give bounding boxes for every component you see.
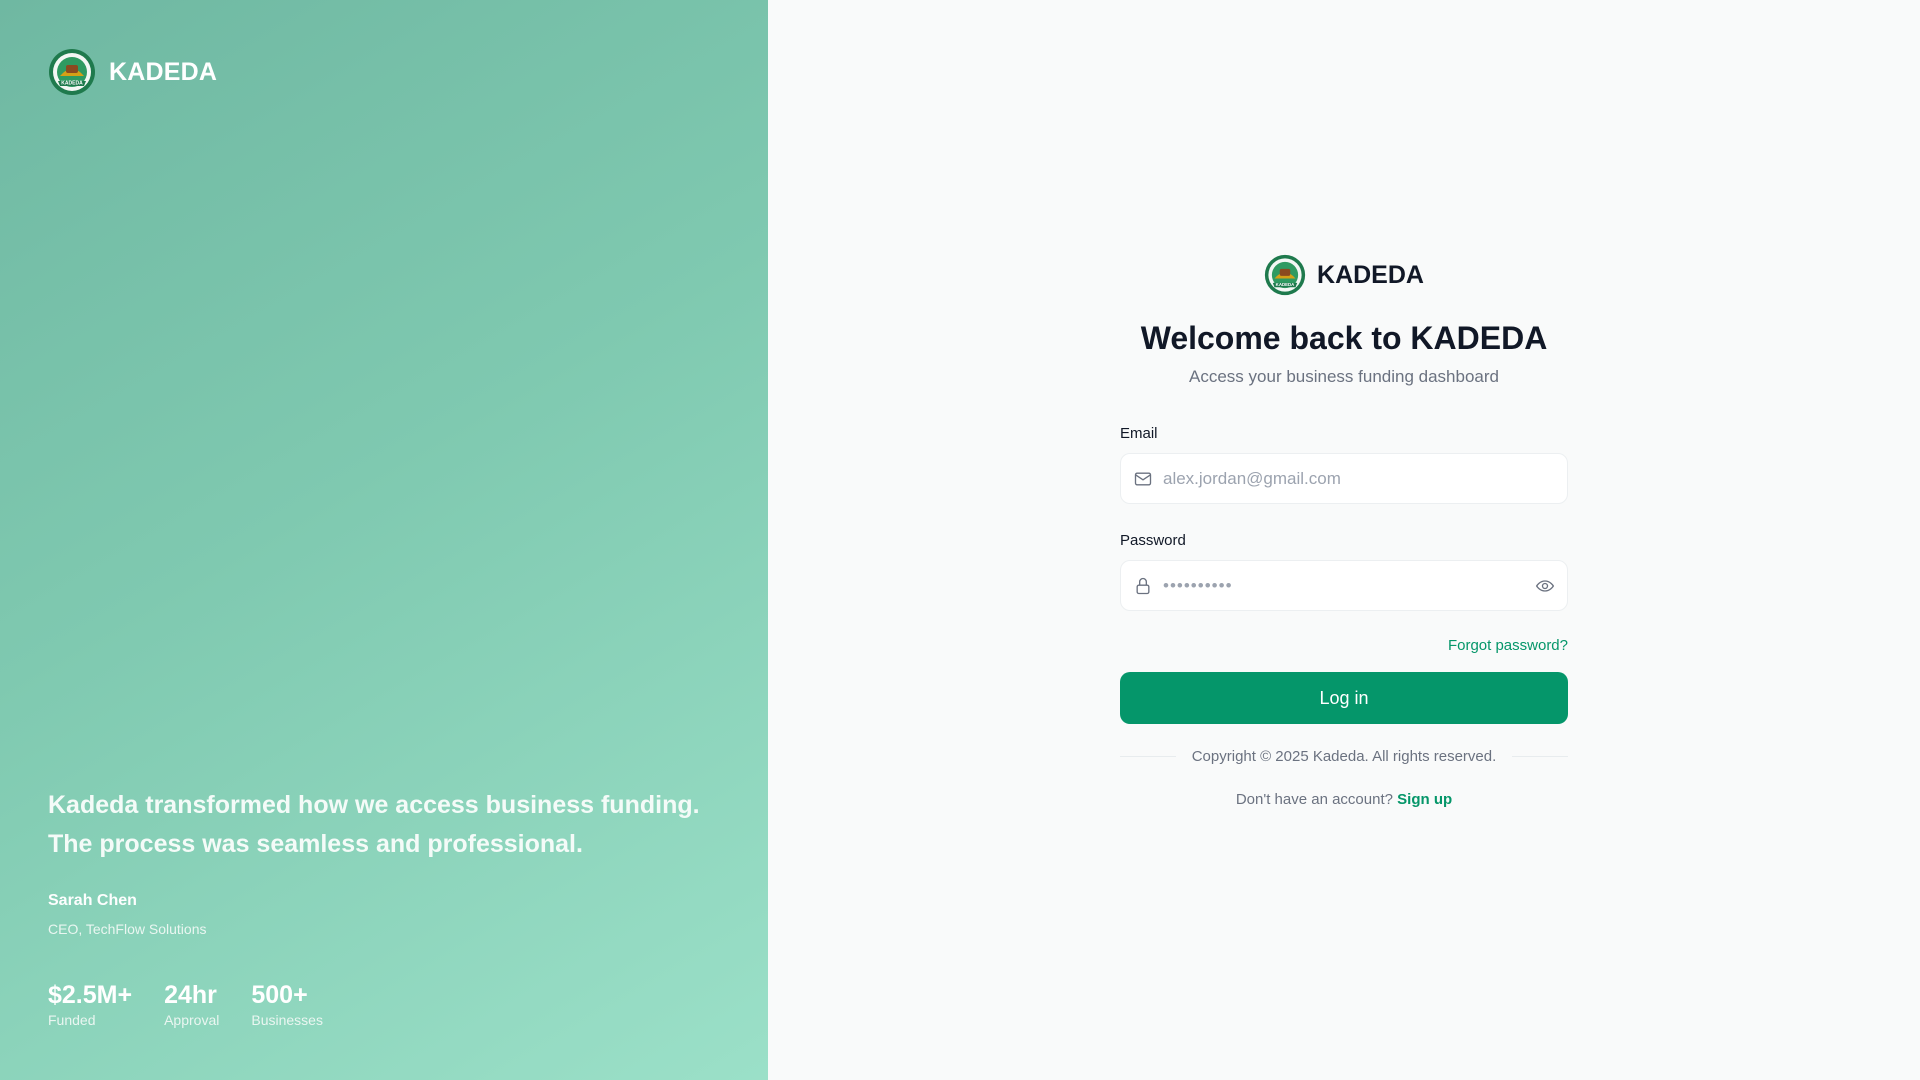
stat-value: 500+ xyxy=(251,981,308,1009)
signup-prompt: Don't have an account? xyxy=(1235,791,1393,808)
lock-icon xyxy=(1136,577,1150,594)
kadeda-logo-icon: KADEDA xyxy=(1264,254,1306,296)
divider xyxy=(1512,756,1568,757)
signup-row: Don't have an account? Sign up xyxy=(1120,791,1568,808)
stat-label: Funded xyxy=(48,1012,96,1028)
password-input[interactable]: •••••••••• xyxy=(1163,576,1535,596)
forgot-password-link[interactable]: Forgot password? xyxy=(1448,637,1568,654)
forgot-row: Forgot password? xyxy=(1120,637,1568,655)
logo-lettering: KADEDA xyxy=(61,81,83,87)
email-input[interactable] xyxy=(1163,468,1555,489)
divider xyxy=(1120,756,1176,757)
password-label: Password xyxy=(1120,532,1186,549)
signup-link[interactable]: Sign up xyxy=(1397,791,1452,808)
login-form: KADEDA KADEDA Welcome back to KADEDA Acc… xyxy=(1120,254,1568,808)
testimonial-quote: Kadeda transformed how we access busines… xyxy=(48,791,700,858)
page-title: Welcome back to KADEDA xyxy=(1140,320,1548,356)
kadeda-logo-icon: KADEDA xyxy=(49,49,95,95)
hero-panel: KADEDA KADEDA Kadeda transformed how we … xyxy=(0,0,768,1080)
form-brand: KADEDA KADEDA xyxy=(1120,254,1568,296)
stat-value: 24hr xyxy=(164,981,217,1009)
mail-icon xyxy=(1134,472,1152,485)
brand-header[interactable]: KADEDA KADEDA xyxy=(48,48,217,96)
testimonial-author-title: CEO, TechFlow Solutions xyxy=(48,921,207,937)
login-button[interactable]: Log in xyxy=(1120,672,1568,724)
stat-value: $2.5M+ xyxy=(48,981,133,1009)
stats-row: $2.5M+ Funded 24hr Approval 500+ Busines… xyxy=(48,980,355,1028)
copyright-row: Copyright © 2025 Kadeda. All rights rese… xyxy=(1120,748,1568,765)
stat-businesses: 500+ Businesses xyxy=(251,980,323,1028)
stat-funded: $2.5M+ Funded xyxy=(48,980,132,1028)
testimonial-author: Sarah Chen xyxy=(48,892,137,909)
stat-approval: 24hr Approval xyxy=(164,980,219,1028)
password-field[interactable]: •••••••••• xyxy=(1120,560,1568,611)
logo-lettering: KADEDA xyxy=(1276,282,1296,287)
eye-icon[interactable] xyxy=(1535,576,1555,596)
copyright-text: Copyright © 2025 Kadeda. All rights rese… xyxy=(1191,748,1497,765)
stat-label: Approval xyxy=(164,1012,220,1028)
stat-label: Businesses xyxy=(251,1012,323,1028)
email-label: Email xyxy=(1120,425,1158,442)
page-subtitle: Access your business funding dashboard xyxy=(1189,367,1499,386)
email-field[interactable] xyxy=(1120,453,1568,504)
brand-name: KADEDA xyxy=(1317,260,1424,289)
brand-name: KADEDA xyxy=(109,57,218,86)
